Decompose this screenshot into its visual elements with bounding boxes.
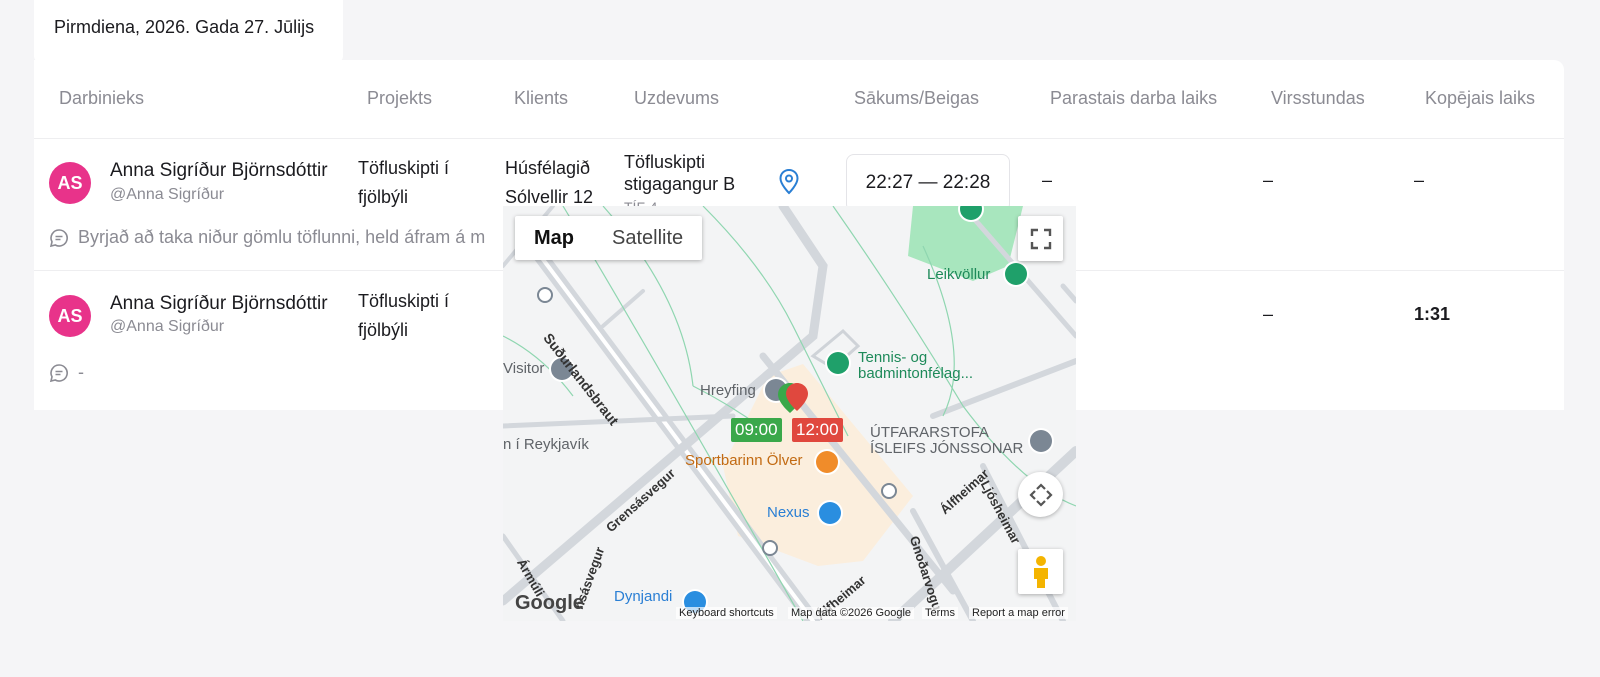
project-cell: Töfluskipti í fjölbýli: [358, 291, 450, 340]
map-popup[interactable]: Leikvöllur Tennis- og badmintonfélag... …: [503, 206, 1076, 621]
regular-time-value: –: [1042, 170, 1053, 190]
header-project: Projekts: [367, 88, 433, 108]
camera-pan-icon: [1028, 482, 1053, 507]
date-tab-label: Pirmdiena, 2026. Gada 27. Jūlijs: [54, 17, 315, 37]
map-label-utfarar-cont: ÍSLEIFS JÓNSSONAR: [870, 440, 1024, 457]
comment-text: Byrjað að taka niður gömlu töflunni, hel…: [78, 227, 486, 247]
camera-control-button[interactable]: [1018, 472, 1063, 517]
keyboard-shortcuts-link[interactable]: Keyboard shortcuts: [676, 607, 777, 619]
task-title: Töfluskipti: [624, 152, 706, 172]
end-time-chip: 12:00: [792, 418, 843, 442]
task-subtitle: stigagangur B: [624, 174, 736, 194]
employee-name[interactable]: Anna Sigríður Björnsdóttir: [110, 293, 328, 315]
map-label-hreyfing: Hreyfing: [700, 382, 756, 399]
overtime-value: –: [1263, 304, 1274, 324]
bus-stop-icon[interactable]: [762, 540, 778, 556]
sports-pin-icon[interactable]: [827, 352, 849, 374]
bus-stop-icon[interactable]: [537, 287, 553, 303]
map-type-control: Map Satellite: [515, 216, 703, 260]
comment-text: -: [78, 362, 84, 382]
header-client: Klients: [514, 88, 569, 108]
total-time-value: –: [1414, 170, 1425, 190]
header-divider: [34, 138, 1564, 139]
map-label-tennis-cont: badmintonfélag...: [858, 365, 974, 382]
pegman-icon: [1033, 555, 1048, 588]
map-label-leikvollur: Leikvöllur: [927, 266, 991, 283]
avatar: AS: [49, 162, 91, 204]
employee-handle: @Anna Sigríður: [110, 186, 225, 203]
header-employee: Darbinieks: [59, 88, 145, 108]
restaurant-pin-icon[interactable]: [816, 451, 838, 473]
time-range-badge[interactable]: 22:27 — 22:28: [846, 154, 1010, 212]
header-regular-time: Parastais darba laiks: [1050, 88, 1218, 108]
start-time-chip: 09:00: [731, 418, 782, 442]
avatar: AS: [49, 295, 91, 337]
poi-pin-icon[interactable]: [1030, 430, 1052, 452]
bus-stop-icon[interactable]: [881, 483, 897, 499]
map-label-dynjandi: Dynjandi: [614, 588, 673, 605]
location-pin-icon[interactable]: [777, 168, 801, 196]
employee-name[interactable]: Anna Sigríður Björnsdóttir: [110, 160, 328, 182]
shop-pin-icon[interactable]: [819, 502, 841, 524]
comment-icon: [49, 364, 68, 383]
comment-icon: [49, 229, 68, 248]
project-cell: Töfluskipti í fjölbýli: [358, 158, 450, 207]
map-label-sportbarinn: Sportbarinn Ölver: [685, 452, 803, 469]
header-overtime: Virsstundas: [1271, 88, 1365, 108]
header-task: Uzdevums: [634, 88, 720, 108]
header-start-end: Sākums/Beigas: [854, 88, 980, 108]
google-logo: Google: [515, 592, 584, 614]
total-time-value: 1:31: [1414, 304, 1451, 324]
map-label-nexus: Nexus: [767, 504, 810, 521]
map-label-reykjavik: n í Reykjavík: [503, 436, 589, 453]
map-data-attribution: Map data ©2026 Google: [788, 607, 915, 619]
map-type-satellite-button[interactable]: Satellite: [593, 216, 702, 260]
map-type-map-button[interactable]: Map: [515, 216, 593, 260]
end-location-marker-icon[interactable]: [785, 382, 809, 412]
overtime-value: –: [1263, 170, 1274, 190]
fullscreen-icon: [1030, 228, 1051, 249]
header-total-time: Kopējais laiks: [1425, 88, 1536, 108]
report-map-error-link[interactable]: Report a map error: [969, 607, 1068, 619]
date-tab[interactable]: Pirmdiena, 2026. Gada 27. Jūlijs: [34, 0, 343, 62]
employee-handle: @Anna Sigríður: [110, 318, 225, 335]
park-pin-icon[interactable]: [1005, 263, 1027, 285]
map-label-visitor: Visitor: [503, 360, 545, 377]
map-label-tennis: Tennis- og: [858, 349, 928, 366]
street-view-pegman-button[interactable]: [1018, 549, 1063, 594]
client-cell: Húsfélagið Sólvellir 12: [505, 158, 594, 207]
fullscreen-button[interactable]: [1018, 216, 1063, 261]
terms-link[interactable]: Terms: [922, 607, 958, 619]
